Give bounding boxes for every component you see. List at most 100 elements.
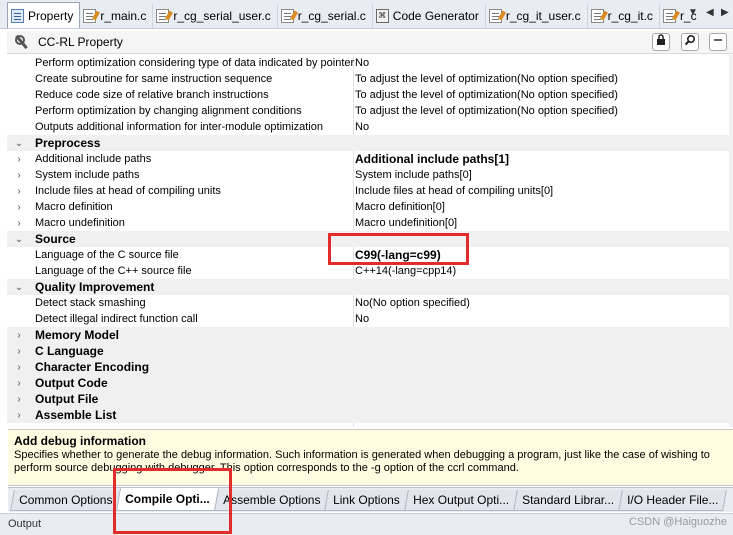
tab-common-options[interactable]: Common Options [10,490,122,511]
category-memory-model[interactable]: › Memory Model [7,327,733,343]
category-output-file[interactable]: › Output File [7,391,733,407]
property-row[interactable]: › Macro definition Macro definition[0] [7,199,733,215]
property-value[interactable]: Macro undefinition[0] [355,217,457,229]
property-value[interactable]: To adjust the level of optimization(No o… [355,105,618,117]
tab-label: Property [28,8,74,23]
tab-r-main-c[interactable]: r_main.c [80,4,154,28]
property-icon [11,8,24,23]
chevron-right-icon[interactable]: › [14,170,24,181]
property-value[interactable]: To adjust the level of optimization(No o… [355,89,618,101]
property-name: System include paths [35,169,140,181]
property-name: Language of the C source file [35,249,179,261]
tab-property[interactable]: Property [7,2,81,28]
tab-label: r_cg_it_user.c [505,9,581,23]
c-file-icon [280,9,298,23]
property-panel-header: CC-RL Property [7,31,733,54]
c-file-icon [83,9,101,23]
property-value[interactable]: System include paths[0] [355,169,472,181]
category-output-code[interactable]: › Output Code [7,375,733,391]
property-value[interactable]: No [355,313,369,325]
chevron-right-icon[interactable]: › [14,202,24,213]
category-label: Preprocess [35,136,101,150]
tab-hex-output-options[interactable]: Hex Output Opti... [404,490,519,511]
chevron-right-icon[interactable]: › [14,346,24,357]
tab-code-generator[interactable]: ⌘ Code Generator [373,4,486,28]
property-row[interactable]: Reduce code size of relative branch inst… [7,87,733,103]
output-panel-strip: Output [0,513,733,535]
category-assemble-list[interactable]: › Assemble List [7,407,733,423]
tab-r-cg-it-user-c[interactable]: r_cg_it_user.c [486,4,588,28]
property-row[interactable]: › System include paths System include path… [7,167,733,183]
tab-r-cg-serial-c[interactable]: r_cg_serial.c [278,4,373,28]
lock-button[interactable] [652,33,670,51]
chevron-right-icon[interactable]: › [14,394,24,405]
tab-label: r_cg_serial.c [297,9,366,23]
property-value[interactable]: C++14(-lang=cpp14) [355,265,456,277]
panel-title: CC-RL Property [38,35,123,49]
property-value[interactable]: To adjust the level of optimization(No o… [355,73,618,85]
category-label: Memory Model [35,328,120,342]
search-button[interactable] [681,33,699,51]
vertical-scrollbar[interactable] [729,55,733,427]
wrench-icon [13,34,29,50]
property-value[interactable]: Additional include paths[1] [355,152,509,166]
output-panel-label[interactable]: Output [8,518,41,530]
property-name: Language of the C++ source file [35,265,192,277]
chevron-down-icon[interactable]: ⌄ [14,282,24,293]
tab-label: Common Options [19,493,113,507]
property-row[interactable]: Outputs additional information for inter… [7,119,733,135]
tab-label: r_cg_it.c [607,9,653,23]
property-value[interactable]: No(No option specified) [355,297,470,309]
property-row[interactable]: Language of the C++ source file C++14(-la… [7,263,733,279]
property-value[interactable]: No [355,121,369,133]
chevron-right-icon[interactable]: › [14,330,24,341]
category-quality-improvement[interactable]: ⌄ Quality Improvement [7,279,733,295]
property-value[interactable]: No [355,57,369,69]
property-row[interactable]: Perform optimization considering type of… [7,55,733,71]
property-row[interactable]: › Include files at head of compiling unit… [7,183,733,199]
tab-r-cg-it-c[interactable]: r_cg_it.c [588,4,660,28]
category-character-encoding[interactable]: › Character Encoding [7,359,733,375]
category-label: Output Code [35,376,108,390]
chevron-right-icon[interactable]: › [14,218,24,229]
property-row[interactable]: › Additional include paths Additional incl… [7,151,733,167]
tab-link-options[interactable]: Link Options [324,490,409,511]
watermark: CSDN @Haiguozhe [629,516,727,528]
chevron-right-icon[interactable]: › [14,154,24,165]
category-label: Source [35,232,76,246]
chevron-right-icon[interactable]: › [14,362,24,373]
property-row[interactable]: Perform optimization by changing alignme… [7,103,733,119]
code-generator-icon: ⌘ [375,9,389,23]
tab-label: Hex Output Opti... [413,493,510,507]
chevron-right-icon[interactable]: › [14,410,24,421]
tab-scroll-right-icon[interactable]: ▶ [721,7,729,18]
category-preprocess[interactable]: ⌄ Preprocess [7,135,733,151]
property-value[interactable]: Macro definition[0] [355,201,445,213]
property-row[interactable]: › Macro undefinition Macro undefinition[0] [7,215,733,231]
c-file-icon [590,9,608,23]
tab-scroll-left-icon[interactable]: ◀ [706,7,714,18]
tab-label: Assemble Options [223,493,321,507]
collapse-button[interactable] [709,33,727,51]
tab-r-cg-serial-user-c[interactable]: r_cg_serial_user.c [153,4,278,28]
chevron-right-icon[interactable]: › [14,186,24,197]
category-label: Quality Improvement [35,280,155,294]
property-row[interactable]: Detect illegal indirect function call No [7,311,733,327]
tab-list-dropdown-icon[interactable]: ▼ [688,7,698,18]
minus-icon [714,39,722,41]
tab-label: r_main.c [100,9,147,23]
property-row[interactable]: Detect stack smashing No(No option specif… [7,295,733,311]
property-value[interactable]: Include files at head of compiling units… [355,185,553,197]
property-name: Macro undefinition [35,217,125,229]
chevron-right-icon[interactable]: › [14,378,24,389]
property-row[interactable]: Create subroutine for same instruction s… [7,71,733,87]
category-c-language[interactable]: › C Language [7,343,733,359]
chevron-down-icon[interactable]: ⌄ [14,138,24,149]
tab-label: Code Generator [392,9,479,23]
chevron-down-icon[interactable]: ⌄ [14,234,24,245]
tab-io-header-file[interactable]: I/O Header File... [618,490,728,511]
property-name: Include files at head of compiling units [35,185,221,197]
property-name: Create subroutine for same instruction s… [35,73,273,85]
highlight-box-c-language [328,233,469,265]
tab-standard-library[interactable]: Standard Librar... [513,490,624,511]
